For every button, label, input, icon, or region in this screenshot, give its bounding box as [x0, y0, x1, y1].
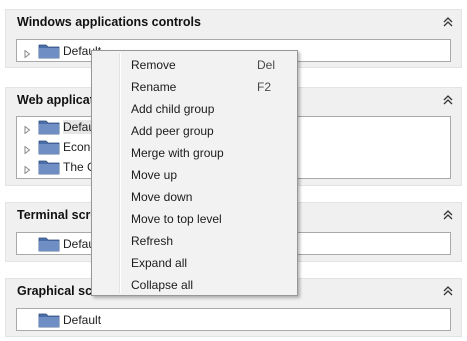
menu-item-refresh[interactable]: Refresh [94, 230, 295, 252]
menu-item-expand-all[interactable]: Expand all [94, 252, 295, 274]
folder-icon [38, 139, 60, 155]
menu-item-label: Rename [131, 80, 177, 94]
menu-item-label: Add child group [131, 102, 215, 116]
double-chevron-up-icon[interactable] [441, 208, 455, 222]
section-title: Web applicat [17, 93, 94, 107]
section-title: Graphical scr [17, 284, 97, 298]
context-menu: Remove Del Rename F2 Add child group Add… [91, 50, 298, 296]
folder-icon [38, 159, 60, 175]
expand-triangle-icon[interactable] [23, 123, 31, 135]
menu-item-label: Expand all [131, 256, 188, 270]
expand-triangle-icon[interactable] [23, 47, 31, 59]
menu-item-label: Move down [131, 190, 193, 204]
section-title: Windows applications controls [17, 15, 201, 29]
folder-icon [38, 236, 60, 252]
menu-item-label: Merge with group [131, 146, 224, 160]
double-chevron-up-icon[interactable] [441, 93, 455, 107]
menu-item-add-peer-group[interactable]: Add peer group [94, 120, 295, 142]
menu-item-shortcut: Del [257, 58, 276, 72]
tree-node-label: Default [63, 313, 102, 327]
menu-item-collapse-all[interactable]: Collapse all [94, 274, 295, 296]
menu-item-label: Move up [131, 168, 178, 182]
folder-icon [38, 43, 60, 59]
menu-item-rename[interactable]: Rename F2 [94, 76, 295, 98]
menu-item-label: Remove [131, 58, 176, 72]
menu-item-label: Refresh [131, 234, 174, 248]
menu-item-add-child-group[interactable]: Add child group [94, 98, 295, 120]
folder-icon [38, 119, 60, 135]
menu-item-label: Collapse all [131, 278, 194, 292]
expand-triangle-icon[interactable] [23, 163, 31, 175]
folder-icon [38, 312, 60, 328]
section-header[interactable]: Windows applications controls [6, 10, 461, 34]
double-chevron-up-icon[interactable] [441, 284, 455, 298]
menu-item-label: Add peer group [131, 124, 214, 138]
expand-triangle-icon[interactable] [23, 143, 31, 155]
menu-item-merge-with-group[interactable]: Merge with group [94, 142, 295, 164]
menu-item-remove[interactable]: Remove Del [94, 54, 295, 76]
menu-item-label: Move to top level [131, 212, 222, 226]
menu-item-move-to-top-level[interactable]: Move to top level [94, 208, 295, 230]
section-title: Terminal scre [17, 208, 98, 222]
menu-item-shortcut: F2 [257, 80, 272, 94]
menu-item-move-up[interactable]: Move up [94, 164, 295, 186]
menu-item-move-down[interactable]: Move down [94, 186, 295, 208]
double-chevron-up-icon[interactable] [441, 15, 455, 29]
group-tree[interactable]: Default [16, 308, 451, 331]
tree-node-default[interactable]: Default [17, 310, 450, 330]
